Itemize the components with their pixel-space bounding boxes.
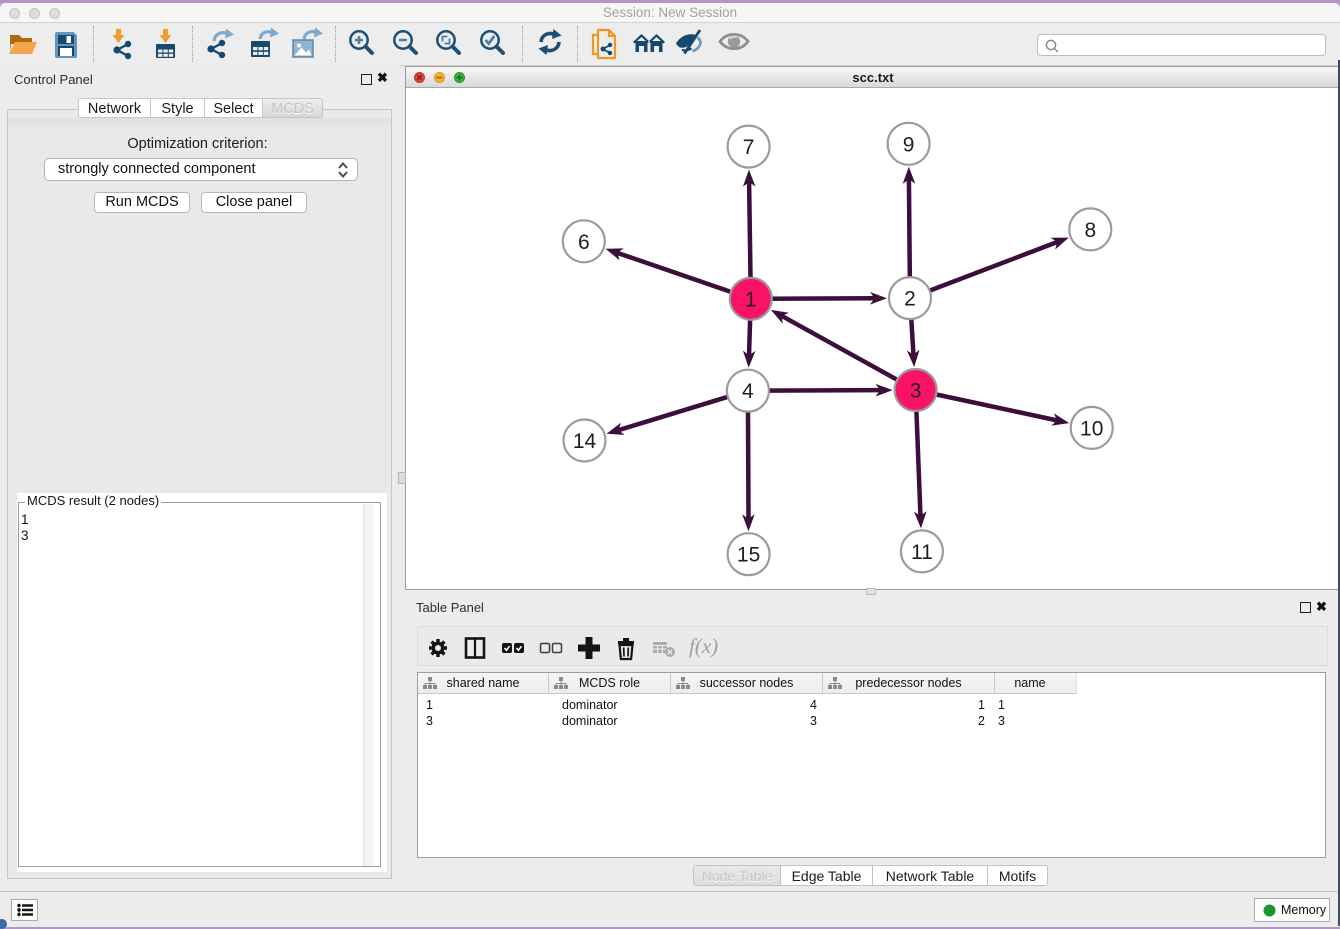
svg-text:2: 2 bbox=[904, 288, 916, 311]
svg-text:6: 6 bbox=[578, 231, 590, 254]
svg-text:3: 3 bbox=[910, 380, 922, 403]
svg-text:4: 4 bbox=[742, 380, 754, 403]
svg-text:11: 11 bbox=[911, 541, 933, 564]
svg-text:14: 14 bbox=[573, 430, 597, 453]
svg-text:10: 10 bbox=[1080, 417, 1103, 440]
svg-text:7: 7 bbox=[743, 136, 755, 159]
svg-text:1: 1 bbox=[745, 288, 757, 311]
svg-text:15: 15 bbox=[737, 544, 760, 567]
svg-text:8: 8 bbox=[1084, 219, 1096, 242]
svg-text:9: 9 bbox=[903, 133, 915, 156]
